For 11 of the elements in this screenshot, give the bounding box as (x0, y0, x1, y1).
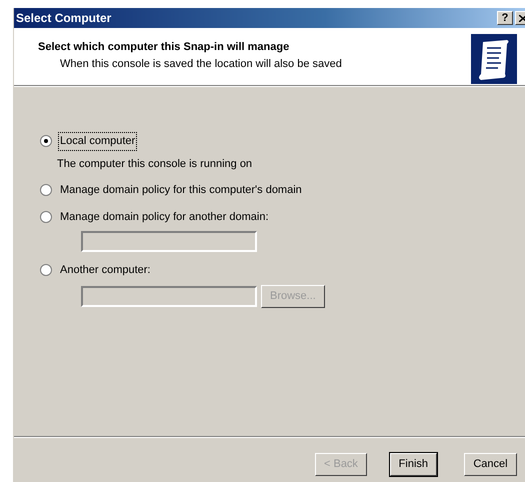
option-description: The computer this console is running on (56, 156, 254, 172)
wizard-button[interactable]: Cancel (464, 453, 517, 476)
header-title: Select which computer this Snap-in will manage (38, 40, 290, 55)
radio-label[interactable]: Manage domain policy for this computer's domain (59, 182, 303, 198)
radio-label[interactable]: Manage domain policy for another domain: (59, 208, 270, 225)
radio-label[interactable]: Local computer (59, 133, 136, 150)
header-subtitle: When this console is saved the location will also be saved (59, 56, 342, 72)
radio-label[interactable]: Another computer: (59, 262, 152, 278)
wizard-button[interactable]: Finish (390, 453, 438, 476)
help-button[interactable]: ? (497, 11, 513, 25)
window-title: Select Computer (16, 10, 112, 27)
